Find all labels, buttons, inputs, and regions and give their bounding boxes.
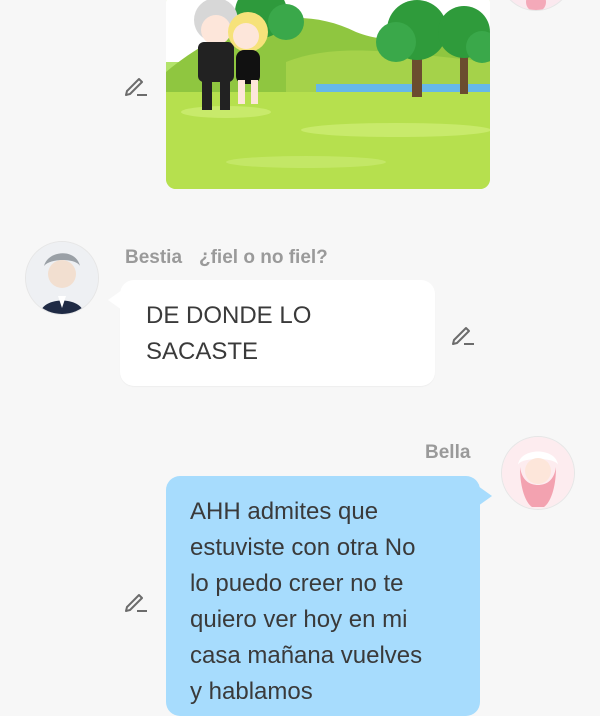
- incoming-message-bubble[interactable]: DE DONDE LO SACASTE: [108, 280, 435, 386]
- avatar-bella[interactable]: [502, 437, 574, 509]
- sender-name-bella: Bella: [425, 442, 471, 463]
- avatar-bestia[interactable]: [26, 242, 98, 314]
- pencil-icon[interactable]: [450, 320, 476, 346]
- pencil-icon[interactable]: [123, 587, 149, 613]
- avatar-top-right[interactable]: [500, 0, 572, 10]
- outgoing-message-text: AHH admites que estuviste con otra No lo…: [190, 498, 423, 705]
- sender-name-bestia: Bestia: [125, 247, 183, 268]
- conversation-title: ¿fiel o no fiel?: [199, 247, 328, 268]
- incoming-message-text: DE DONDE LO SACASTE: [146, 302, 312, 365]
- shared-image[interactable]: [166, 0, 490, 189]
- pencil-icon[interactable]: [123, 71, 149, 97]
- outgoing-message-bubble[interactable]: AHH admites que estuviste con otra No lo…: [166, 476, 492, 716]
